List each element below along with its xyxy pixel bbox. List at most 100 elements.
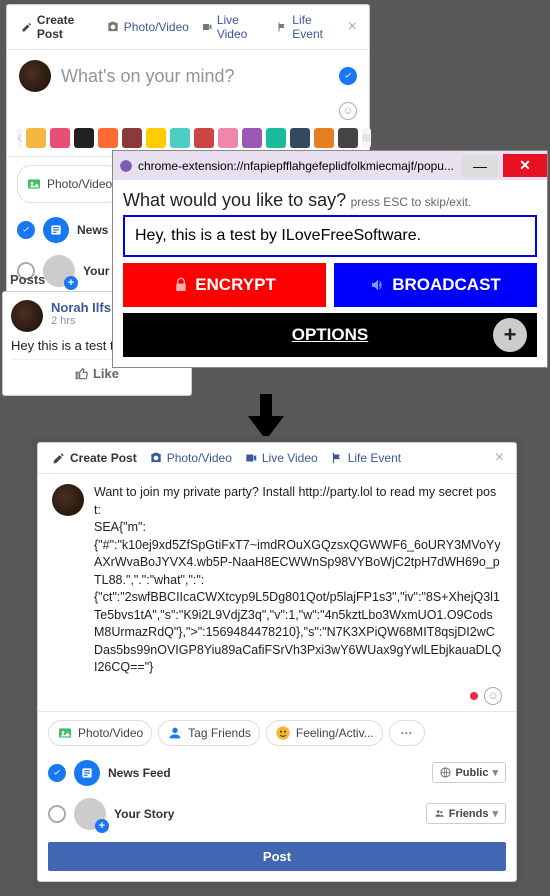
arrow-down-icon (236, 394, 296, 440)
post-author[interactable]: Norah Ilfs (51, 300, 111, 315)
camera-icon (149, 451, 163, 465)
action-photo-video[interactable]: Photo/Video (17, 165, 121, 203)
bg-color-swatch[interactable] (74, 128, 94, 148)
extension-icon (119, 159, 133, 173)
prompt-question: What would you like to say? (123, 190, 346, 210)
bg-color-swatch[interactable] (146, 128, 166, 148)
avatar[interactable] (52, 484, 84, 516)
dest-label: News Feed (108, 766, 171, 780)
video-icon (244, 451, 258, 465)
bg-color-swatch[interactable] (122, 128, 142, 148)
radio-on-icon (48, 764, 66, 782)
audience-public[interactable]: Public ▾ (432, 762, 506, 783)
tab-label: Live Video (217, 13, 265, 41)
window-title: chrome-extension://nfapiepfflahgefeplidf… (138, 159, 457, 173)
lock-icon (173, 277, 189, 293)
bg-color-swatch[interactable] (218, 128, 238, 148)
bg-prev-icon[interactable]: ‹ (17, 128, 22, 148)
action-label: Feeling/Activ... (296, 726, 374, 740)
friends-icon (434, 808, 445, 819)
chevron-down-icon: ▾ (492, 807, 498, 820)
action-row: Photo/Video Tag Friends Feeling/Activ...… (38, 711, 516, 754)
tab-create-post[interactable]: Create Post (46, 449, 143, 467)
bg-color-swatch[interactable] (170, 128, 190, 148)
dest-your-story[interactable]: + Your Story Friends ▾ (38, 792, 516, 836)
bg-color-swatch[interactable] (338, 128, 358, 148)
story-avatar: + (74, 798, 106, 830)
plus-icon[interactable]: + (493, 318, 527, 352)
action-more[interactable]: ··· (389, 720, 425, 746)
like-label: Like (93, 366, 119, 381)
prompt-hint: press ESC to skip/exit. (351, 195, 472, 209)
speaker-icon (370, 277, 386, 293)
tab-life-event[interactable]: Life Event (270, 11, 343, 43)
action-label: Tag Friends (188, 726, 251, 740)
bg-color-swatch[interactable] (98, 128, 118, 148)
bg-grid-icon[interactable]: ⊞ (362, 128, 370, 148)
bg-color-swatch[interactable] (242, 128, 262, 148)
compose-placeholder[interactable]: What's on your mind? (61, 66, 329, 87)
video-icon (201, 20, 213, 34)
bg-color-swatch[interactable] (290, 128, 310, 148)
tab-label: Create Post (70, 451, 137, 465)
close-icon[interactable]: × (344, 18, 361, 36)
pencil-icon (52, 451, 66, 465)
close-button[interactable]: ✕ (503, 154, 547, 177)
tab-label: Live Video (262, 451, 318, 465)
globe-icon (440, 767, 451, 778)
options-button[interactable]: OPTIONS + (123, 313, 537, 357)
tab-live-video[interactable]: Live Video (195, 11, 270, 43)
button-label: OPTIONS (292, 325, 369, 344)
emoji-icon[interactable]: ☺ (339, 102, 357, 120)
tab-label: Life Event (348, 451, 401, 465)
audience-friends[interactable]: Friends ▾ (426, 803, 506, 824)
bg-color-swatch[interactable] (266, 128, 286, 148)
tab-photo-video[interactable]: Photo/Video (100, 18, 195, 36)
newsfeed-icon (43, 217, 69, 243)
action-label: Photo/Video (78, 726, 143, 740)
tab-live-video[interactable]: Live Video (238, 449, 324, 467)
tab-photo-video[interactable]: Photo/Video (143, 449, 238, 467)
compose-text-content[interactable]: Want to join my private party? Install h… (94, 484, 502, 677)
audience-label: Public (455, 767, 488, 779)
tab-label: Life Event (292, 13, 337, 41)
tab-label: Create Post (37, 13, 94, 41)
action-tag-friends[interactable]: Tag Friends (158, 720, 260, 746)
window-titlebar: chrome-extension://nfapiepfflahgefeplidf… (113, 151, 547, 180)
bg-color-swatch[interactable] (50, 128, 70, 148)
tab-life-event[interactable]: Life Event (324, 449, 407, 467)
close-icon[interactable]: × (491, 449, 508, 467)
broadcast-button[interactable]: BROADCAST (334, 263, 537, 307)
bg-color-swatch[interactable] (314, 128, 334, 148)
radio-off-icon (48, 805, 66, 823)
bg-color-swatch[interactable] (26, 128, 46, 148)
add-icon: + (95, 819, 109, 833)
encrypt-button[interactable]: ENCRYPT (123, 263, 326, 307)
button-label: ENCRYPT (195, 275, 276, 295)
extension-popup: chrome-extension://nfapiepfflahgefeplidf… (112, 150, 548, 368)
emoji-icon[interactable]: ☺ (484, 687, 502, 705)
chevron-down-icon: ▾ (492, 766, 498, 779)
tab-create-post[interactable]: Create Post (15, 11, 100, 43)
post-button[interactable]: Post (48, 842, 506, 871)
camera-icon (106, 20, 120, 34)
bg-color-swatch[interactable] (194, 128, 214, 148)
tab-label: Photo/Video (167, 451, 232, 465)
composer-tabs: Create Post Photo/Video Live Video Life … (38, 443, 516, 474)
dest-label: Your Story (114, 807, 174, 821)
action-feeling[interactable]: Feeling/Activ... (266, 720, 383, 746)
post-avatar[interactable] (11, 300, 43, 332)
action-photo-video[interactable]: Photo/Video (48, 720, 152, 746)
photo-icon (26, 176, 42, 192)
audience-label: Friends (449, 808, 489, 820)
flag-icon (330, 451, 344, 465)
dest-newsfeed[interactable]: News Feed Public ▾ (38, 754, 516, 792)
minimize-button[interactable]: — (462, 155, 498, 177)
message-input[interactable] (123, 215, 537, 257)
composer-tabs: Create Post Photo/Video Live Video Life … (7, 5, 369, 50)
tab-label: Photo/Video (124, 20, 189, 34)
compose-row: What's on your mind? (7, 50, 369, 102)
fb-composer-bottom: Create Post Photo/Video Live Video Life … (37, 442, 517, 882)
verified-check-icon (339, 67, 357, 85)
avatar[interactable] (19, 60, 51, 92)
